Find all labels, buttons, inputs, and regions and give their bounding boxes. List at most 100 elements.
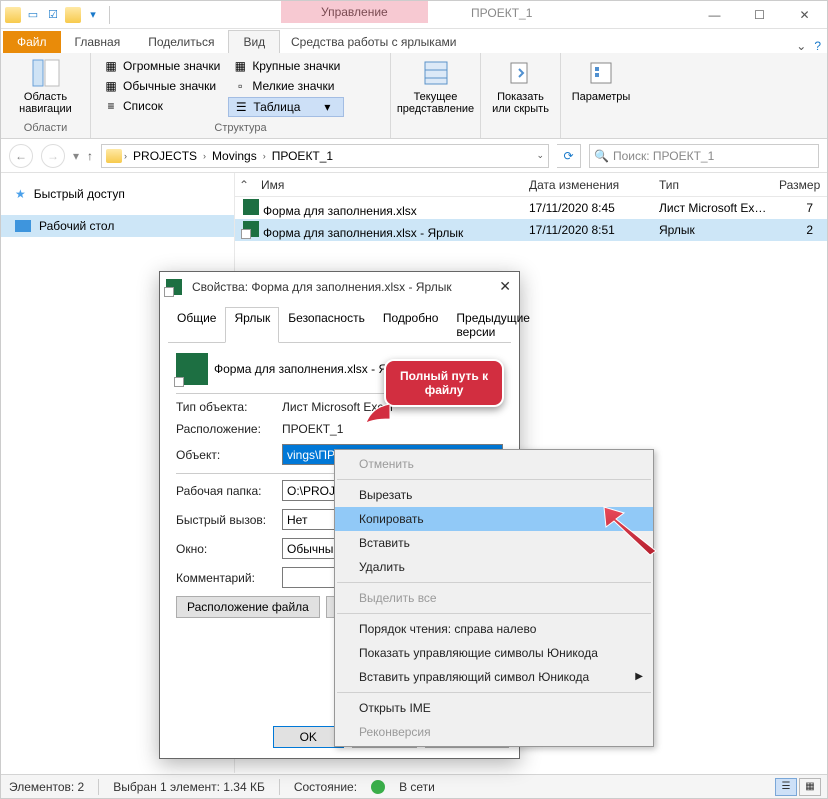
comment-label: Комментарий: (176, 571, 276, 585)
ctx-undo[interactable]: Отменить (335, 452, 653, 476)
type-label: Тип объекта: (176, 400, 276, 414)
group-label: Области (7, 120, 84, 136)
star-icon: ★ (15, 187, 26, 201)
col-type[interactable]: Тип (651, 178, 771, 192)
state-label: Состояние: (294, 780, 357, 794)
search-placeholder: Поиск: ПРОЕКТ_1 (613, 149, 714, 163)
help-icon[interactable]: ? (814, 39, 821, 53)
item-count: Элементов: 2 (9, 780, 84, 794)
list-item[interactable]: Форма для заполнения.xlsx - Ярлык 17/11/… (235, 219, 827, 241)
layout-normal[interactable]: ▦Обычные значки (99, 77, 224, 95)
up-button[interactable]: ↑ (87, 149, 93, 163)
ctx-select-all[interactable]: Выделить все (335, 586, 653, 610)
search-icon: 🔍 (594, 149, 609, 163)
chevron-down-icon[interactable]: ⌄ (536, 150, 544, 161)
ribbon-collapse-icon[interactable]: ⌄ (796, 39, 806, 53)
quick-access-toolbar: ▭ ☑ ▾ (1, 6, 118, 24)
tab-home[interactable]: Главная (61, 31, 135, 53)
statusbar: Элементов: 2 Выбран 1 элемент: 1.34 КБ С… (1, 774, 827, 798)
layout-small[interactable]: ▫Мелкие значки (228, 77, 344, 95)
breadcrumb-item[interactable]: Movings (208, 149, 261, 163)
tab-view[interactable]: Вид (228, 30, 280, 53)
nav-pane-label: Область навигации (19, 91, 72, 115)
quick-access[interactable]: ★ Быстрый доступ (1, 183, 234, 205)
workdir-label: Рабочая папка: (176, 484, 276, 498)
ctx-insert-ctrl[interactable]: Вставить управляющий символ Юникода▶ (335, 665, 653, 689)
tab-shortcut[interactable]: Ярлык (225, 307, 279, 343)
group-label: Структура (97, 120, 384, 136)
folder-icon (106, 149, 122, 163)
ribbon-tabs: Файл Главная Поделиться Вид Средства раб… (1, 29, 827, 53)
thumbnails-view-button[interactable]: ▦ (799, 778, 821, 796)
options-button[interactable]: Параметры (567, 55, 635, 105)
selection-info: Выбран 1 элемент: 1.34 КБ (113, 780, 265, 794)
options-icon (585, 57, 617, 89)
online-label: В сети (399, 780, 435, 794)
col-name[interactable]: Имя (253, 178, 521, 192)
toggle-icon[interactable]: ⌃ (235, 178, 253, 192)
breadcrumb[interactable]: › PROJECTS› Movings› ПРОЕКТ_1 ⌄ (101, 144, 549, 168)
refresh-button[interactable]: ⟳ (557, 144, 581, 168)
qat-item[interactable]: ▭ (25, 7, 41, 23)
excel-icon (243, 199, 259, 215)
column-headers: ⌃ Имя Дата изменения Тип Размер (235, 173, 827, 197)
location-value: ПРОЕКТ_1 (282, 422, 343, 436)
ctx-open-ime[interactable]: Открыть IME (335, 696, 653, 720)
titlebar: ▭ ☑ ▾ Управление ПРОЕКТ_1 — ☐ ✕ (1, 1, 827, 29)
tab-previous[interactable]: Предыдущие версии (447, 307, 539, 343)
qat-dropdown[interactable]: ▾ (85, 7, 101, 23)
minimize-button[interactable]: — (692, 1, 737, 29)
layout-large[interactable]: ▦Крупные значки (228, 57, 344, 75)
tab-security[interactable]: Безопасность (279, 307, 374, 343)
hotkey-label: Быстрый вызов: (176, 513, 276, 527)
tab-general[interactable]: Общие (168, 307, 225, 343)
breadcrumb-item[interactable]: PROJECTS (129, 149, 201, 163)
tab-details[interactable]: Подробно (374, 307, 448, 343)
excel-shortcut-icon (243, 221, 259, 237)
dialog-tabs: Общие Ярлык Безопасность Подробно Предыд… (168, 306, 511, 343)
target-label: Объект: (176, 448, 276, 462)
nav-pane-button[interactable]: Область навигации (7, 55, 84, 117)
details-view-button[interactable]: ☰ (775, 778, 797, 796)
ctx-rtl[interactable]: Порядок чтения: справа налево (335, 617, 653, 641)
file-icon (176, 353, 208, 385)
window-title: ПРОЕКТ_1 (471, 6, 532, 20)
layout-table[interactable]: ☰Таблица▾ (228, 97, 344, 117)
breadcrumb-item[interactable]: ПРОЕКТ_1 (268, 149, 337, 163)
desktop[interactable]: Рабочий стол (1, 215, 234, 237)
current-view-button[interactable]: Текущее представление (397, 55, 474, 117)
dialog-titlebar[interactable]: Свойства: Форма для заполнения.xlsx - Яр… (160, 272, 519, 302)
ctx-reconversion[interactable]: Реконверсия (335, 720, 653, 744)
folder-icon (65, 7, 81, 23)
forward-button[interactable]: → (41, 144, 65, 168)
tab-shortcut-tools[interactable]: Средства работы с ярлыками (281, 31, 466, 53)
location-label: Расположение: (176, 422, 276, 436)
callout: Полный путь к файлу (384, 359, 504, 407)
layout-list[interactable]: ≡Список (99, 97, 224, 115)
list-item[interactable]: Форма для заполнения.xlsx 17/11/2020 8:4… (235, 197, 827, 219)
history-dropdown[interactable]: ▾ (73, 149, 79, 163)
context-menu: Отменить Вырезать Копировать Вставить Уд… (334, 449, 654, 747)
nav-pane-icon (30, 57, 62, 89)
arrow-annotation (596, 501, 666, 561)
folder-icon (5, 7, 21, 23)
desktop-icon (15, 220, 31, 232)
sync-icon (371, 780, 385, 794)
file-tab[interactable]: Файл (3, 31, 61, 53)
contextual-tab: Управление (281, 1, 428, 23)
show-hide-button[interactable]: Показать или скрыть (487, 55, 554, 117)
callout-text: Полный путь к (400, 369, 488, 383)
open-location-button[interactable]: Расположение файла (176, 596, 320, 618)
close-button[interactable]: ✕ (782, 1, 827, 29)
qat-item[interactable]: ☑ (45, 7, 61, 23)
ctx-show-ctrl[interactable]: Показать управляющие символы Юникода (335, 641, 653, 665)
close-icon[interactable]: ✕ (499, 278, 511, 295)
layout-huge[interactable]: ▦Огромные значки (99, 57, 224, 75)
tab-share[interactable]: Поделиться (134, 31, 228, 53)
callout-text: файлу (400, 383, 488, 397)
col-size[interactable]: Размер (771, 178, 826, 192)
col-date[interactable]: Дата изменения (521, 178, 651, 192)
back-button[interactable]: ← (9, 144, 33, 168)
maximize-button[interactable]: ☐ (737, 1, 782, 29)
search-input[interactable]: 🔍 Поиск: ПРОЕКТ_1 (589, 144, 819, 168)
